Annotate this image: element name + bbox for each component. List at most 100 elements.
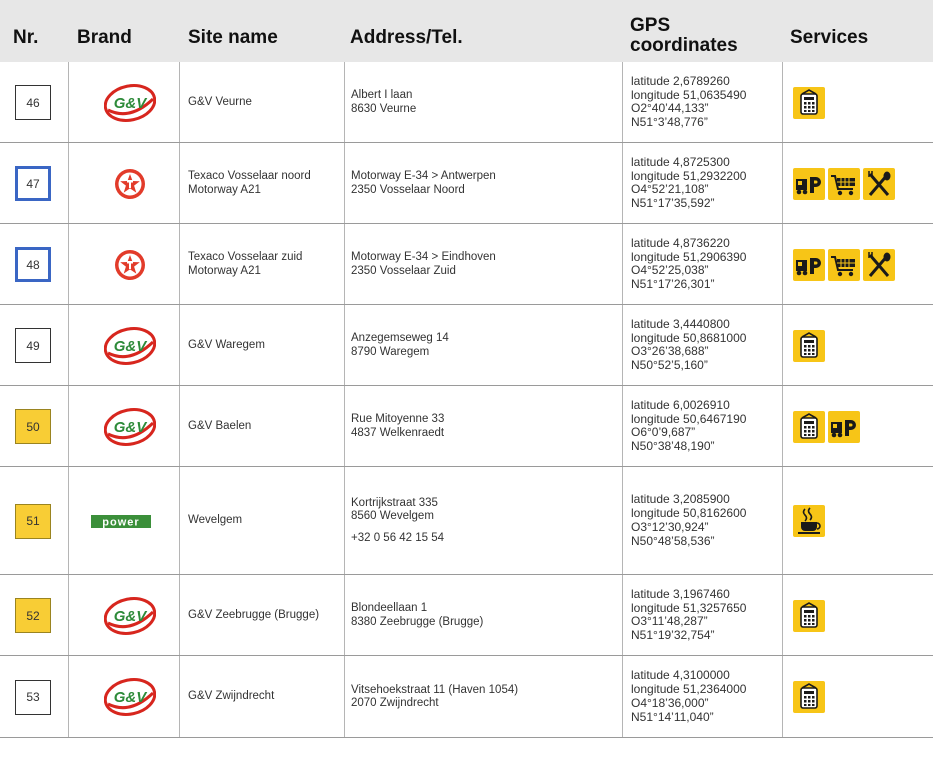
column-divider	[179, 143, 180, 223]
services-icons	[793, 505, 825, 537]
shop-icon	[793, 86, 825, 119]
gps-coordinates-line: O4°52’25,038”	[631, 263, 709, 278]
address: Albert I laan 8630 Veurne	[351, 89, 616, 116]
header-address: Address/Tel.	[350, 27, 463, 48]
address: Motorway E-34 > Antwerpen 2350 Vosselaar …	[351, 170, 616, 197]
gps-coordinates-line: N50°52’5,160”	[631, 358, 708, 373]
column-divider	[622, 224, 623, 304]
column-divider	[782, 386, 783, 466]
site-number-badge: 51	[15, 503, 51, 539]
address-line: Anzegemseweg 14	[351, 332, 449, 344]
column-divider	[344, 305, 345, 385]
column-divider	[68, 656, 69, 737]
address-line: 2350 Vosselaar Noord	[351, 183, 465, 196]
shop-icon	[793, 410, 825, 443]
header-nr: Nr.	[13, 27, 39, 48]
restaurant-icon	[863, 167, 895, 200]
truck-parking-icon	[793, 248, 825, 281]
address: Motorway E-34 > Eindhoven 2350 Vosselaar …	[351, 251, 616, 278]
address: Blondeellaan 1 8380 Zeebrugge (Brugge)	[351, 602, 616, 629]
gps-coordinates-line: O3°12’30,924”	[631, 519, 709, 534]
site-name: G&V Baelen	[188, 420, 343, 434]
power-logo-text: power	[102, 517, 139, 529]
gv-logo-text: G&V	[114, 338, 149, 355]
site-name-line: G&V Veurne	[188, 95, 252, 108]
gps-coordinates-line: longitude 51,2932200	[631, 168, 747, 183]
gps-coordinates: latitude 3,2085900 longitude 50,8162600 O3…	[631, 493, 781, 548]
address-line: 4837 Welkenraedt	[351, 426, 445, 439]
site-name-line: G&V Waregem	[188, 338, 265, 351]
gps-coordinates-line: O3°11’48,287”	[631, 614, 708, 629]
column-divider	[782, 305, 783, 385]
site-name: G&V Zwijndrecht	[188, 690, 343, 704]
gps-coordinates-line: N50°38’48,190”	[631, 439, 715, 454]
address-line: 8790 Waregem	[351, 345, 430, 358]
table-row: 47 Texaco Vosselaar noord Motorway A21 Moto…	[0, 143, 933, 224]
address-line: 8630 Veurne	[351, 102, 417, 115]
gps-coordinates-line: latitude 2,6789260	[631, 73, 730, 88]
site-name-line: Wevelgem	[188, 514, 243, 527]
shopping-cart-icon	[828, 248, 860, 281]
column-divider	[782, 467, 783, 574]
site-name-line: G&V Zwijndrecht	[188, 690, 275, 703]
gps-coordinates-line: N50°48’58,536”	[631, 533, 715, 548]
table-row: 51 power Wevelgem Kortrijkstraat 335 8560 We…	[0, 467, 933, 575]
header-services: Services	[790, 27, 869, 48]
coffee-icon	[793, 505, 825, 537]
shop-icon	[793, 329, 825, 362]
gps-coordinates-line: latitude 3,4440800	[631, 316, 730, 331]
header-brand: Brand	[77, 27, 132, 48]
gps-coordinates: latitude 3,4440800 longitude 50,8681000 O3…	[631, 316, 781, 373]
gv-logo: G&V	[103, 596, 157, 636]
address: Kortrijkstraat 335 8560 Wevelgem +32 0 56 …	[351, 497, 616, 546]
address-line: Motorway E-34 > Antwerpen	[351, 170, 496, 182]
column-divider	[622, 62, 623, 142]
texaco-logo	[104, 164, 156, 204]
gps-coordinates: latitude 4,8736220 longitude 51,2906390 O4…	[631, 236, 781, 292]
column-divider	[782, 575, 783, 655]
gv-logo: G&V	[103, 407, 157, 447]
services-icons	[793, 329, 825, 362]
gps-coordinates: latitude 4,3100000 longitude 51,2364000 O4…	[631, 669, 781, 724]
site-number-badge: 50	[15, 409, 51, 444]
gps-coordinates-line: latitude 3,2085900	[631, 492, 730, 507]
gps-coordinates-line: longitude 50,6467190	[631, 411, 747, 426]
column-divider	[622, 386, 623, 466]
truck-parking-icon	[828, 410, 860, 443]
gps-coordinates-line: N51°17’26,301”	[631, 277, 715, 292]
gv-logo: G&V	[103, 326, 157, 366]
gps-coordinates-line: latitude 4,8725300	[631, 154, 730, 169]
services-icons	[793, 681, 825, 713]
site-number-badge: 47	[15, 166, 51, 201]
gps-coordinates-line: longitude 51,3257650	[631, 600, 747, 615]
shop-icon	[793, 599, 825, 632]
column-divider	[179, 224, 180, 304]
gps-coordinates-line: longitude 50,8681000	[631, 330, 747, 345]
gps-coordinates-line: N51°19’32,754”	[631, 628, 715, 643]
column-divider	[344, 143, 345, 223]
column-divider	[344, 575, 345, 655]
address: Anzegemseweg 14 8790 Waregem	[351, 332, 616, 359]
column-divider	[68, 62, 69, 142]
site-number-badge: 53	[15, 679, 51, 715]
site-name-line: Texaco Vosselaar zuid	[188, 251, 303, 263]
address-line: 8560 Wevelgem	[351, 510, 434, 523]
column-divider	[179, 575, 180, 655]
services-icons	[793, 86, 825, 119]
site-name-line: Motorway A21	[188, 183, 261, 196]
address-line: Rue Mitoyenne 33	[351, 413, 445, 425]
site-name-line: G&V Baelen	[188, 419, 252, 432]
gps-coordinates-line: longitude 51,0635490	[631, 87, 747, 102]
column-divider	[622, 575, 623, 655]
column-divider	[344, 386, 345, 466]
gps-coordinates-line: N51°14’11,040”	[631, 709, 714, 724]
services-icons	[793, 248, 895, 281]
site-number-badge: 46	[15, 85, 51, 120]
header-gps: GPS coordinates	[630, 16, 738, 56]
services-icons	[793, 410, 860, 443]
gps-coordinates-line: latitude 6,0026910	[631, 397, 730, 412]
address-line: Motorway E-34 > Eindhoven	[351, 251, 496, 263]
column-divider	[782, 143, 783, 223]
column-divider	[622, 143, 623, 223]
gps-coordinates-line: longitude 51,2364000	[631, 682, 747, 697]
